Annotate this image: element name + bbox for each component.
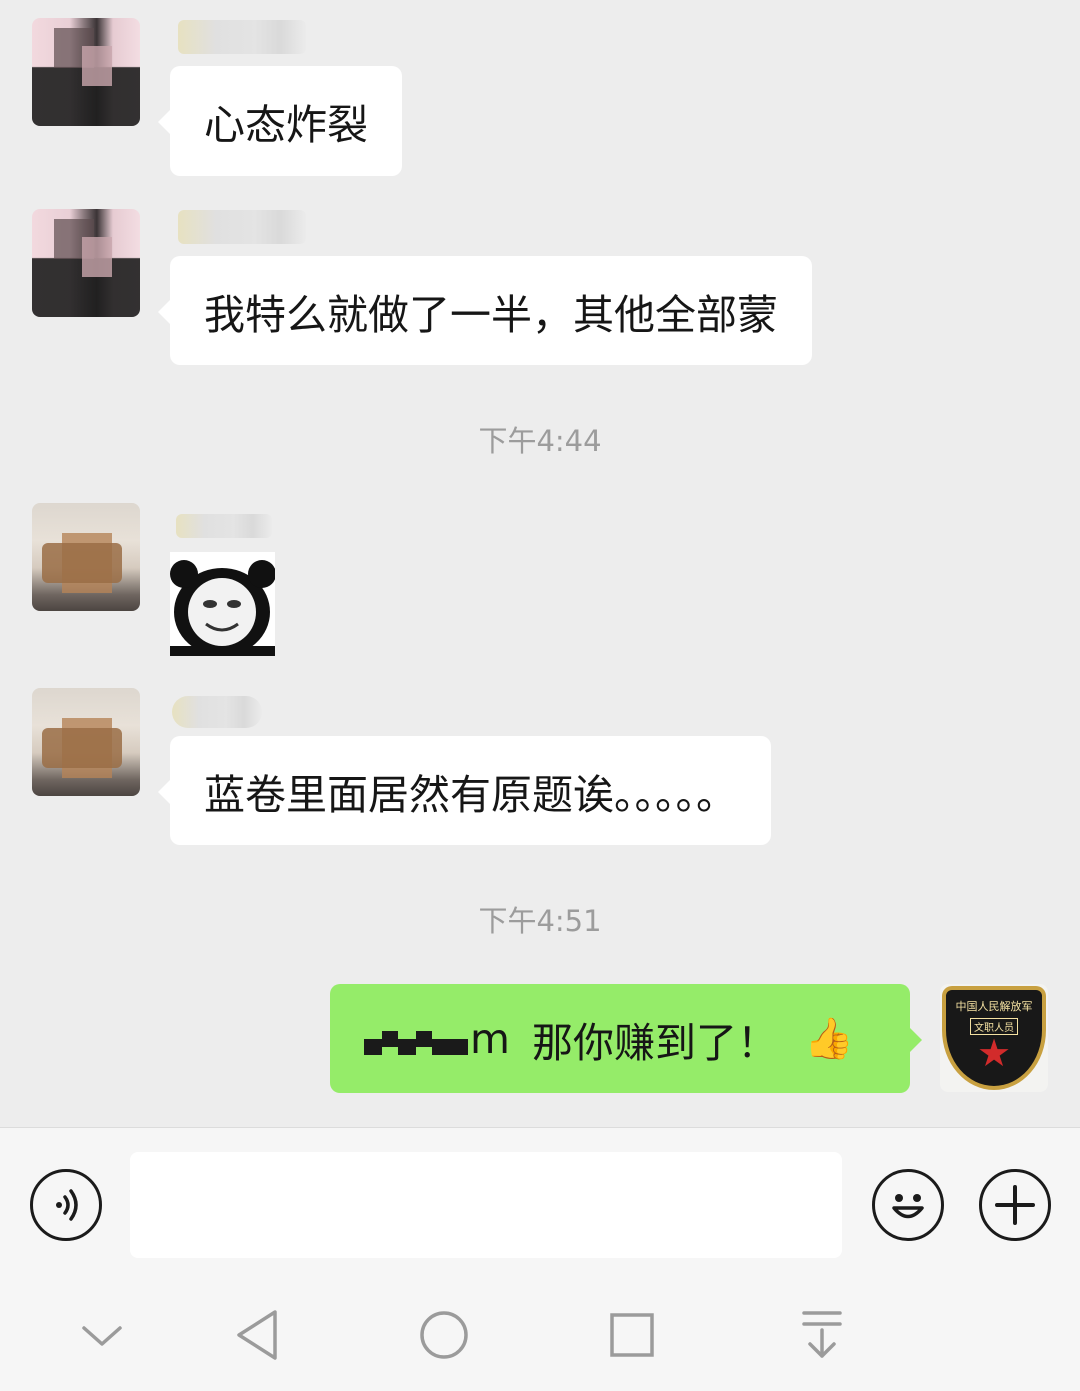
message-bubble[interactable]: 我特么就做了一半，其他全部蒙 [158,256,812,365]
message-text: 心态炸裂 [204,101,368,149]
notification-pull-button[interactable] [792,1305,852,1365]
sender-name-blurred [178,20,306,54]
panda-face-icon [170,552,275,656]
pixelated-text [364,1023,468,1055]
voice-icon [56,1189,78,1221]
back-button[interactable] [226,1305,286,1365]
home-button[interactable] [414,1305,474,1365]
collapse-button[interactable] [72,1305,132,1365]
timestamp: 下午4:51 [478,904,602,938]
input-bar [0,1127,1080,1277]
pla-badge-icon: 中国人民解放军 文职人员 ★ [942,986,1046,1090]
thumbs-up-icon: 👍 [803,1016,854,1062]
plus-icon [995,1185,1035,1225]
sticker-panda-meme[interactable] [170,552,275,656]
sender-name-blurred [178,210,306,244]
voice-button[interactable] [30,1169,102,1241]
message-bubble[interactable]: 蓝卷里面居然有原题诶。。。。。 [158,736,771,845]
message-text: 蓝卷里面居然有原题诶。。。。。 [204,770,737,819]
chat-area[interactable]: 心态炸裂 我特么就做了一半，其他全部蒙 下午4:44 蓝卷里面居然有原题诶。。。… [0,0,1080,1127]
system-nav-bar [0,1277,1080,1391]
notification-pull-icon [802,1311,842,1358]
timestamp: 下午4:44 [478,424,602,458]
sender-name-blurred [176,514,272,538]
message-bubble[interactable]: 心态炸裂 [158,66,402,176]
back-icon [237,1310,277,1360]
red-star-icon: ★ [976,1031,1012,1075]
recent-apps-button[interactable] [602,1305,662,1365]
avatar[interactable] [32,688,140,796]
home-icon [420,1311,468,1359]
message-input[interactable] [130,1152,842,1258]
sender-name-blurred [172,696,262,728]
badge-text-line1: 中国人民解放军 [955,1000,1033,1013]
recent-apps-icon [610,1313,654,1357]
message-bubble-self[interactable]: m 那你赚到了！ 👍 [330,984,922,1093]
avatar[interactable] [32,18,140,126]
self-avatar[interactable]: 中国人民解放军 文职人员 ★ [940,984,1048,1092]
message-text: 那你赚到了！ [531,1018,778,1067]
avatar[interactable] [32,209,140,317]
plus-button[interactable] [979,1169,1051,1241]
message-text: 我特么就做了一半，其他全部蒙 [204,290,778,339]
emoji-button[interactable] [872,1169,944,1241]
avatar[interactable] [32,503,140,611]
message-text-suffix: m [470,1014,510,1063]
chevron-down-icon [82,1326,122,1346]
emoji-icon [892,1194,924,1219]
